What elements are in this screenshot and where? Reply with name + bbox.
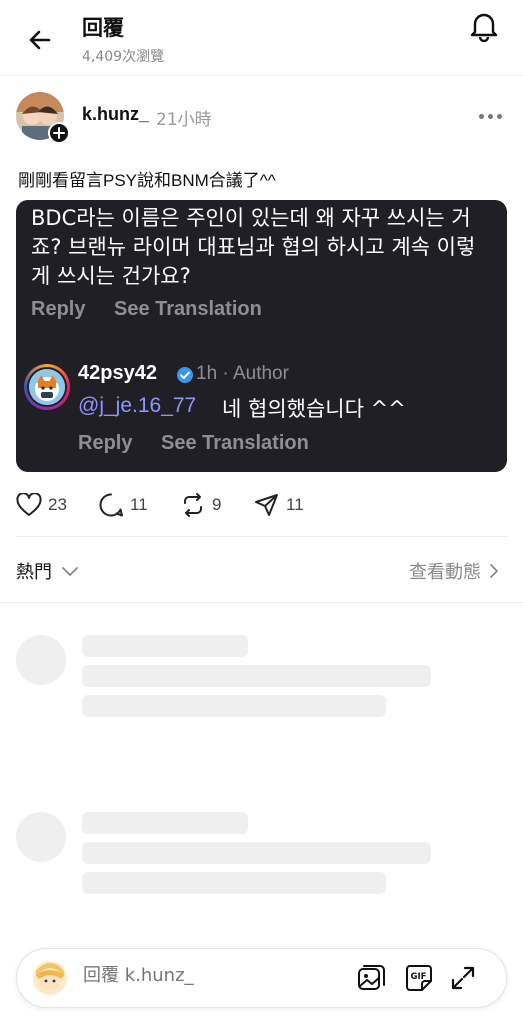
reply-translate-button: See Translation — [161, 432, 309, 454]
back-button[interactable] — [24, 24, 56, 56]
sort-dropdown[interactable]: 熱門 — [16, 558, 80, 584]
reply-text: 네 협의했습니다 ^^ — [222, 397, 406, 421]
post-time: 21小時 — [156, 110, 212, 130]
post-text: 剛剛看留言PSY說和BNM合議了^^ — [18, 171, 276, 190]
attach-image-button[interactable] — [355, 962, 387, 994]
my-avatar — [33, 961, 67, 995]
view-activity-label: 查看動態 — [409, 562, 481, 583]
notifications-button[interactable] — [466, 8, 502, 44]
divider — [16, 536, 507, 537]
view-activity-link[interactable]: 查看動態 — [409, 558, 501, 584]
embedded-reply-button: Reply — [31, 298, 86, 320]
embedded-comment-text: BDC라는 이름은 주인이 있는데 왜 자꾸 쓰시는 거죠? 브랜뉴 라이머 대… — [31, 206, 476, 288]
embedded-comment-image[interactable]: BDC라는 이름은 주인이 있는데 왜 자꾸 쓰시는 거죠? 브랜뉴 라이머 대… — [16, 200, 507, 472]
repost-count: 9 — [212, 495, 222, 514]
placeholder-line — [82, 635, 248, 657]
view-count: 4,409次瀏覽 — [82, 49, 165, 65]
reply-input[interactable] — [83, 965, 343, 986]
chevron-right-icon — [490, 564, 498, 578]
plus-icon — [53, 127, 65, 139]
post-username[interactable]: k.hunz_ — [82, 104, 149, 125]
share-count: 11 — [286, 495, 304, 514]
top-bar: 回覆 4,409次瀏覽 — [0, 0, 523, 76]
gif-button[interactable]: GIF — [403, 962, 435, 994]
gif-icon: GIF — [406, 965, 432, 991]
repost-button[interactable]: 9 — [180, 490, 221, 520]
like-count: 23 — [48, 495, 67, 514]
image-icon — [358, 965, 385, 990]
reply-composer: GIF — [16, 948, 507, 1008]
divider — [0, 602, 523, 603]
placeholder-line — [82, 695, 386, 717]
svg-text:GIF: GIF — [411, 972, 427, 982]
sort-label: 熱門 — [16, 562, 52, 583]
page-title: 回覆 — [82, 16, 124, 40]
reply-author-avatar — [24, 364, 70, 410]
follow-plus-button[interactable] — [48, 122, 70, 144]
reply-mention: @j_je.16_77 — [78, 394, 197, 417]
post-author-avatar[interactable] — [16, 92, 70, 144]
verified-icon — [177, 367, 193, 383]
more-icon — [477, 113, 504, 119]
heart-icon — [16, 493, 42, 516]
comment-count: 11 — [130, 495, 148, 514]
repost-icon — [184, 493, 202, 517]
placeholder-line — [82, 812, 248, 834]
placeholder-line — [82, 842, 431, 864]
bell-icon — [470, 13, 498, 42]
placeholder-line — [82, 665, 431, 687]
comment-icon — [99, 493, 123, 517]
more-options-button[interactable] — [474, 100, 506, 132]
placeholder-line — [82, 872, 386, 894]
comment-button[interactable]: 11 — [98, 490, 148, 520]
embedded-translate-button: See Translation — [114, 298, 262, 320]
reply-meta: 1h · Author — [196, 363, 289, 384]
placeholder-avatar — [16, 635, 66, 685]
share-icon — [255, 494, 278, 516]
like-button[interactable]: 23 — [16, 490, 67, 520]
expand-button[interactable] — [447, 962, 479, 994]
expand-icon — [451, 966, 475, 990]
back-arrow-icon — [29, 30, 51, 50]
placeholder-avatar — [16, 812, 66, 862]
chevron-down-icon — [62, 567, 78, 576]
reply-username: 42psy42 — [78, 362, 157, 384]
reply-reply-button: Reply — [78, 432, 133, 454]
share-button[interactable]: 11 — [254, 490, 304, 520]
